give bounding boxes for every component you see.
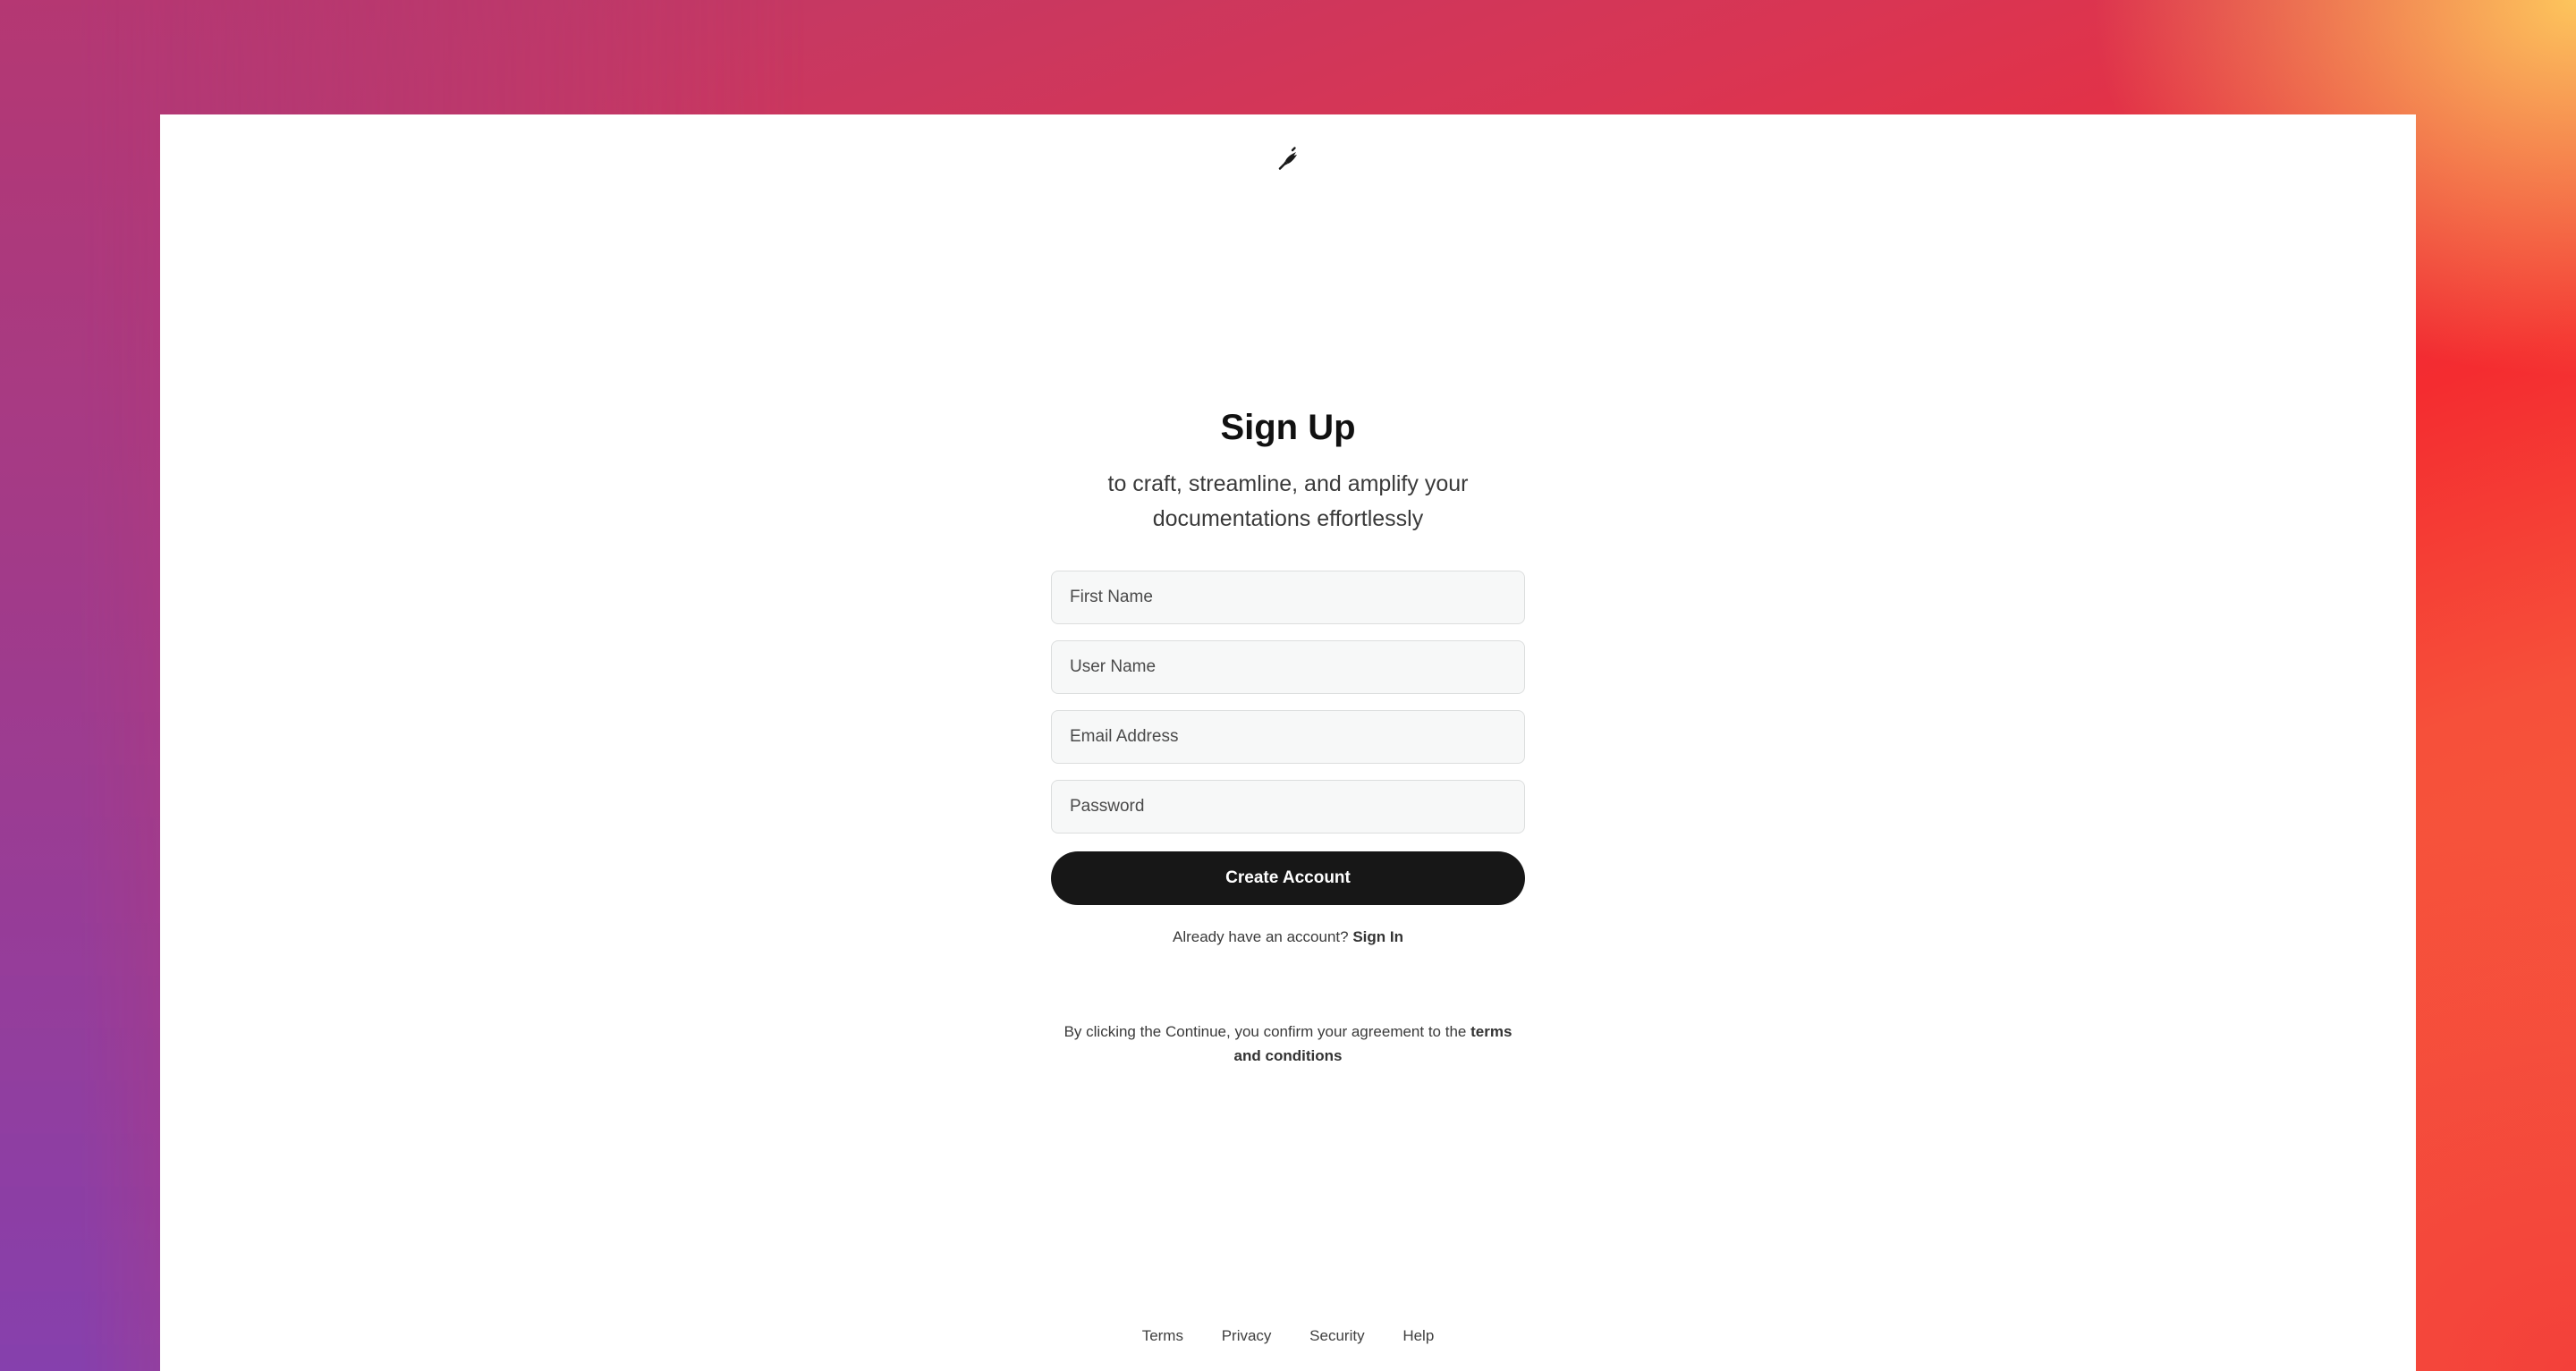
- user-name-field[interactable]: [1051, 640, 1525, 694]
- terms-notice: By clicking the Continue, you confirm yo…: [1055, 1020, 1521, 1068]
- footer-link-help[interactable]: Help: [1402, 1327, 1434, 1344]
- page-title: Sign Up: [1220, 408, 1356, 447]
- signin-prompt-text: Already have an account?: [1173, 928, 1349, 945]
- signup-form: Sign Up to craft, streamline, and amplif…: [1051, 401, 1525, 1068]
- page-subtitle: to craft, streamline, and amplify your d…: [1107, 471, 1469, 531]
- create-account-button[interactable]: Create Account: [1051, 851, 1525, 905]
- signin-link[interactable]: Sign In: [1352, 928, 1403, 945]
- feather-pen-icon[interactable]: [1273, 143, 1305, 175]
- footer-nav: Terms Privacy Security Help: [160, 1327, 2416, 1345]
- first-name-field[interactable]: [1051, 571, 1525, 624]
- email-field[interactable]: [1051, 710, 1525, 764]
- footer-link-terms[interactable]: Terms: [1142, 1327, 1183, 1344]
- footer-link-security[interactable]: Security: [1309, 1327, 1364, 1344]
- terms-notice-text: By clicking the Continue, you confirm yo…: [1063, 1023, 1467, 1040]
- form-fields: [1051, 571, 1525, 834]
- signin-prompt: Already have an account? Sign In: [1051, 928, 1525, 946]
- password-field[interactable]: [1051, 780, 1525, 834]
- footer-link-privacy[interactable]: Privacy: [1222, 1327, 1272, 1344]
- signup-card: Sign Up to craft, streamline, and amplif…: [160, 114, 2416, 1371]
